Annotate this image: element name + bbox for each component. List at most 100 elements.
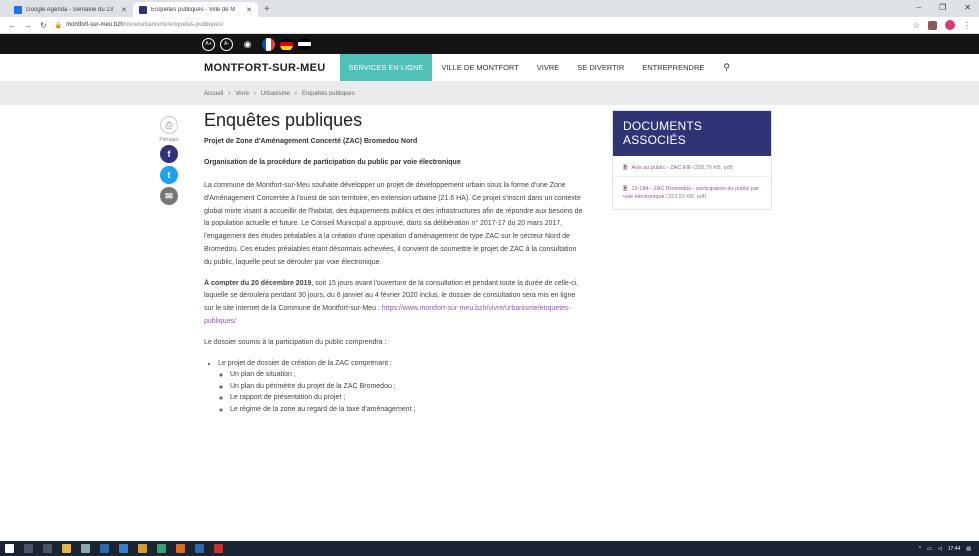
url-domain: montfort-sur-meu.bzh	[66, 22, 124, 28]
document-icon: 🗎	[623, 165, 628, 171]
start-date-bold: À compter du 20 décembre 2019	[204, 279, 312, 287]
document-meta: (323,93 KB, pdf)	[664, 194, 707, 200]
procedure-subtitle: Organisation de la procédure de particip…	[204, 159, 461, 166]
list-item: Le régime de la zone au regard de la tax…	[230, 404, 586, 416]
profile-avatar[interactable]	[945, 20, 955, 30]
word-icon[interactable]	[195, 544, 204, 553]
site-favicon-icon	[139, 5, 147, 14]
browser-tab-strip: Google Agenda - Semaine du 23 ✕ Enquêtes…	[0, 0, 979, 17]
dates-paragraph: À compter du 20 décembre 2019, soit 15 j…	[204, 278, 586, 329]
nav-vivre[interactable]: VIVRE	[528, 54, 569, 81]
bookmark-star-icon[interactable]: ☆	[913, 21, 920, 30]
breadcrumb-accueil[interactable]: Accueil	[204, 91, 223, 97]
project-subtitle: Projet de Zone d'Aménagement Concerté (Z…	[204, 138, 418, 145]
document-item[interactable]: 🗎 19-184 - ZAC Bromedou - participation d…	[613, 177, 771, 209]
url-field[interactable]: 🔒 montfort-sur-meu.bzh/vivre/urbanisme/e…	[55, 22, 905, 29]
back-arrow-icon[interactable]: ←	[8, 21, 16, 30]
extension-icon[interactable]	[928, 20, 937, 30]
dossier-list: Le projet de dossier de création de la Z…	[204, 358, 586, 416]
nav-services-en-ligne[interactable]: SERVICES EN LIGNE	[339, 54, 433, 81]
page-content: ⎙ Partager f t ✉ Enquêtes publiques Proj…	[0, 105, 979, 527]
document-meta: (358,79 KB, pdf)	[691, 165, 734, 171]
list-item: Le projet de dossier de création de la Z…	[218, 358, 586, 416]
list-item: Un plan du périmètre du projet de la ZAC…	[230, 381, 586, 393]
french-flag-icon[interactable]	[262, 37, 275, 51]
system-tray: ^ ▭ ◁ 17:44 ▤	[919, 546, 979, 552]
search-icon[interactable]: ⚲	[713, 54, 740, 81]
url-path: /vivre/urbanisme/enquetes-publiques/	[123, 22, 224, 28]
font-increase-button[interactable]: A+	[202, 37, 215, 51]
document-icon: 🗎	[623, 186, 628, 192]
close-window-icon[interactable]: ✕	[964, 3, 971, 12]
office-icon[interactable]	[176, 544, 185, 553]
chrome-icon[interactable]	[138, 544, 147, 553]
chevron-right-icon: ›	[294, 90, 297, 97]
browser-tab-enquetes[interactable]: Enquêtes publiques - Ville de M ✕	[133, 2, 258, 17]
nav-entreprendre[interactable]: ENTREPRENDRE	[633, 54, 713, 81]
forward-arrow-icon[interactable]: →	[24, 21, 32, 30]
app-icon[interactable]	[100, 544, 109, 553]
dossier-sublist: Un plan de situation ; Un plan du périmè…	[218, 369, 586, 415]
volume-icon[interactable]: ◁	[938, 546, 942, 552]
print-icon[interactable]: ⎙	[160, 116, 178, 134]
app-icon[interactable]	[119, 544, 128, 553]
breadcrumb-current: Enquêtes publiques	[301, 90, 355, 97]
acrobat-icon[interactable]	[214, 544, 223, 553]
nav-se-divertir[interactable]: SE DIVERTIR	[568, 54, 633, 81]
contrast-eye-icon[interactable]: ◉	[241, 38, 254, 51]
document-item[interactable]: 🗎 Avis au public - ZAC EIE (358,79 KB, pd…	[613, 156, 771, 177]
facebook-icon[interactable]: f	[160, 145, 178, 163]
maximize-icon[interactable]: ❐	[939, 3, 946, 12]
nav-ville-de-montfort[interactable]: VILLE DE MONTFORT	[432, 54, 527, 81]
intro-paragraph: La commune de Montfort-sur-Meu souhaite …	[204, 182, 583, 266]
tab-title: Enquêtes publiques - Ville de M	[151, 6, 236, 13]
documents-panel: DOCUMENTS ASSOCIÉS 🗎 Avis au public - ZAC…	[612, 110, 772, 210]
article: Enquêtes publiques Projet de Zone d'Amén…	[204, 110, 586, 415]
site-logo[interactable]: MONTFORT-SUR-MEU	[204, 54, 326, 81]
lock-icon: 🔒	[54, 22, 63, 29]
document-title[interactable]: Avis au public - ZAC EIE	[631, 165, 691, 171]
task-view-icon[interactable]	[43, 544, 52, 553]
close-tab-icon[interactable]: ✕	[121, 6, 127, 14]
chevron-right-icon: ›	[253, 90, 256, 97]
dossier-paragraph: Le dossier soumis à la participation du …	[204, 338, 387, 346]
main-navigation: MONTFORT-SUR-MEU SERVICES EN LIGNE VILLE…	[0, 54, 979, 82]
close-tab-icon[interactable]: ✕	[246, 6, 252, 14]
share-column: ⎙ Partager f t ✉	[156, 116, 182, 208]
windows-taskbar: ^ ▭ ◁ 17:44 ▤	[0, 541, 979, 556]
list-item: Un plan de situation ;	[230, 369, 586, 381]
accessibility-bar: A+ A- ◉	[0, 34, 979, 54]
breadcrumb-urbanisme[interactable]: Urbanisme	[261, 91, 290, 97]
app-icon[interactable]	[157, 544, 166, 553]
new-tab-icon[interactable]: +	[258, 4, 276, 17]
window-controls: – ❐ ✕	[917, 3, 971, 12]
minimize-icon[interactable]: –	[917, 3, 921, 12]
email-icon[interactable]: ✉	[160, 187, 178, 205]
list-item-text: Le projet de dossier de création de la Z…	[218, 359, 392, 367]
font-decrease-button[interactable]: A-	[220, 37, 233, 51]
file-explorer-icon[interactable]	[62, 544, 71, 553]
search-icon[interactable]	[24, 544, 33, 553]
breton-flag-icon[interactable]	[298, 37, 311, 51]
calendar-favicon-icon	[14, 5, 22, 14]
german-flag-icon[interactable]	[280, 37, 293, 51]
address-bar-row: ← → ↻ 🔒 montfort-sur-meu.bzh/vivre/urban…	[0, 17, 979, 34]
breadcrumb-vivre[interactable]: Vivre	[235, 91, 249, 97]
documents-heading: DOCUMENTS ASSOCIÉS	[613, 111, 771, 156]
menu-icon[interactable]: ⋮	[963, 21, 971, 30]
twitter-icon[interactable]: t	[160, 166, 178, 184]
breadcrumb: Accueil › Vivre › Urbanisme › Enquêtes p…	[0, 82, 979, 105]
chevron-up-icon[interactable]: ^	[919, 546, 921, 552]
browser-tab-agenda[interactable]: Google Agenda - Semaine du 23 ✕	[8, 2, 133, 17]
reload-icon[interactable]: ↻	[40, 21, 47, 30]
list-item: Le rapport de présentation du projet ;	[230, 392, 586, 404]
network-icon[interactable]: ▭	[927, 546, 932, 552]
notification-icon[interactable]: ▤	[966, 546, 971, 552]
windows-start-icon[interactable]	[5, 544, 14, 553]
page-title: Enquêtes publiques	[204, 110, 363, 130]
calculator-icon[interactable]	[81, 544, 90, 553]
share-label: Partager	[159, 137, 179, 143]
tab-title: Google Agenda - Semaine du 23	[26, 6, 114, 13]
chevron-right-icon: ›	[228, 90, 231, 97]
clock[interactable]: 17:44	[948, 546, 961, 552]
